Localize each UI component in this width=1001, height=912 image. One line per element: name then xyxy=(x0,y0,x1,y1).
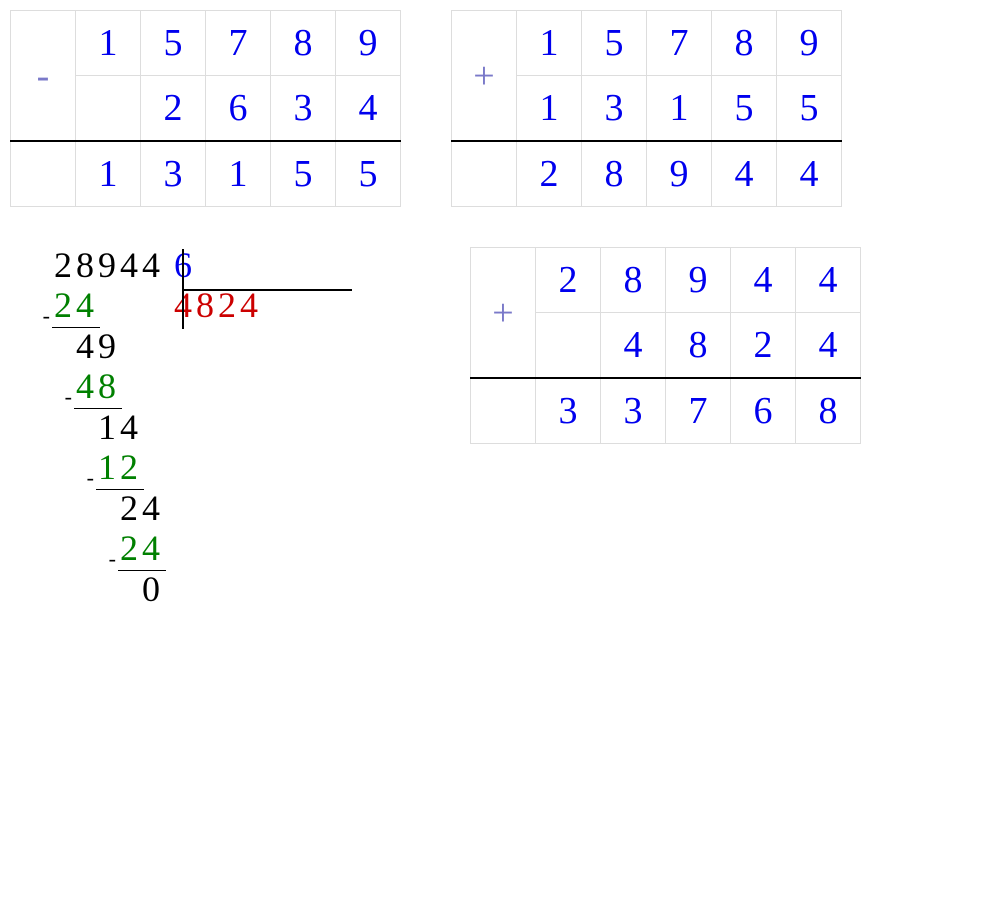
step2-bring-d1: 1 xyxy=(96,409,118,445)
add1-res-op xyxy=(452,141,517,207)
sub-res4: 5 xyxy=(271,141,336,207)
sub-r1c2: 5 xyxy=(141,11,206,76)
sub-r2c3: 6 xyxy=(206,76,271,142)
step4-sub-d2: 4 xyxy=(140,530,162,566)
sub-r2c4: 3 xyxy=(271,76,336,142)
step1-sub-d1: 2 xyxy=(52,287,74,323)
add1-r1c2: 5 xyxy=(582,11,647,76)
add1-r2c3: 1 xyxy=(647,76,712,142)
minus-sign-4: - xyxy=(96,548,116,570)
quotient-d4: 4 xyxy=(238,287,260,323)
add2-res5: 8 xyxy=(796,378,861,444)
add2-r2c4: 2 xyxy=(731,313,796,379)
minus-sign-3: - xyxy=(74,467,94,489)
add1-r1c4: 8 xyxy=(712,11,777,76)
add1-r1c5: 9 xyxy=(777,11,842,76)
step1-bring-d1: 4 xyxy=(74,328,96,364)
subtraction-table: - 1 5 7 8 9 2 6 3 4 1 3 1 5 5 xyxy=(10,10,401,207)
add1-r1c1: 1 xyxy=(517,11,582,76)
sub-res5: 5 xyxy=(336,141,401,207)
add1-r2c1: 1 xyxy=(517,76,582,142)
sub-r2c5: 4 xyxy=(336,76,401,142)
add2-res4: 6 xyxy=(731,378,796,444)
minus-sign-2: - xyxy=(52,386,72,408)
long-division: 2 8 9 4 4 6 - 2 4 4 8 2 4 4 9 xyxy=(30,247,390,611)
step2-sub-d2: 8 xyxy=(96,368,118,404)
sub-res-op xyxy=(11,141,76,207)
add1-res1: 2 xyxy=(517,141,582,207)
subtraction-operator: - xyxy=(11,11,76,142)
dividend-d5: 4 xyxy=(140,247,162,283)
dividend-d1: 2 xyxy=(52,247,74,283)
addition1-table: + 1 5 7 8 9 1 3 1 5 5 2 8 9 4 4 xyxy=(451,10,842,207)
sub-res3: 1 xyxy=(206,141,271,207)
step4-sub-d1: 2 xyxy=(118,530,140,566)
dividend-d2: 8 xyxy=(74,247,96,283)
add1-r2c5: 5 xyxy=(777,76,842,142)
add1-res3: 9 xyxy=(647,141,712,207)
division-horizontal-rule xyxy=(182,289,352,291)
step1-bring-d2: 9 xyxy=(96,328,118,364)
add2-r1c3: 9 xyxy=(666,248,731,313)
sub-r2c2: 2 xyxy=(141,76,206,142)
minus-sign-1: - xyxy=(30,305,50,327)
step3-sub-d1: 1 xyxy=(96,449,118,485)
add2-r2c5: 4 xyxy=(796,313,861,379)
step3-sub-d2: 2 xyxy=(118,449,140,485)
step2-bring-d2: 4 xyxy=(118,409,140,445)
add2-r1c4: 4 xyxy=(731,248,796,313)
add1-r1c3: 7 xyxy=(647,11,712,76)
sub-r1c4: 8 xyxy=(271,11,336,76)
addition2-table: + 2 8 9 4 4 4 8 2 4 3 3 7 6 8 xyxy=(470,247,861,444)
add2-r2c2: 4 xyxy=(601,313,666,379)
add2-r1c5: 4 xyxy=(796,248,861,313)
step3-bring-d1: 2 xyxy=(118,490,140,526)
step3-bring-d2: 4 xyxy=(140,490,162,526)
quotient-d2: 8 xyxy=(194,287,216,323)
sub-r1c1: 1 xyxy=(76,11,141,76)
add2-r1c2: 8 xyxy=(601,248,666,313)
add2-res-op xyxy=(471,378,536,444)
quotient-d3: 2 xyxy=(216,287,238,323)
add2-res3: 7 xyxy=(666,378,731,444)
dividend-d3: 9 xyxy=(96,247,118,283)
addition1-operator: + xyxy=(452,11,517,142)
add1-r2c4: 5 xyxy=(712,76,777,142)
sub-r1c5: 9 xyxy=(336,11,401,76)
sub-res2: 3 xyxy=(141,141,206,207)
add1-res2: 8 xyxy=(582,141,647,207)
step1-sub-d2: 4 xyxy=(74,287,96,323)
add1-r2c2: 3 xyxy=(582,76,647,142)
step2-sub-d1: 4 xyxy=(74,368,96,404)
add2-r2c3: 8 xyxy=(666,313,731,379)
addition2-operator: + xyxy=(471,248,536,379)
add1-res5: 4 xyxy=(777,141,842,207)
add1-res4: 4 xyxy=(712,141,777,207)
add2-res1: 3 xyxy=(536,378,601,444)
add2-r2c1 xyxy=(536,313,601,379)
sub-r1c3: 7 xyxy=(206,11,271,76)
sub-res1: 1 xyxy=(76,141,141,207)
dividend-d4: 4 xyxy=(118,247,140,283)
add2-res2: 3 xyxy=(601,378,666,444)
sub-r2c1 xyxy=(76,76,141,142)
remainder: 0 xyxy=(140,571,162,607)
add2-r1c1: 2 xyxy=(536,248,601,313)
